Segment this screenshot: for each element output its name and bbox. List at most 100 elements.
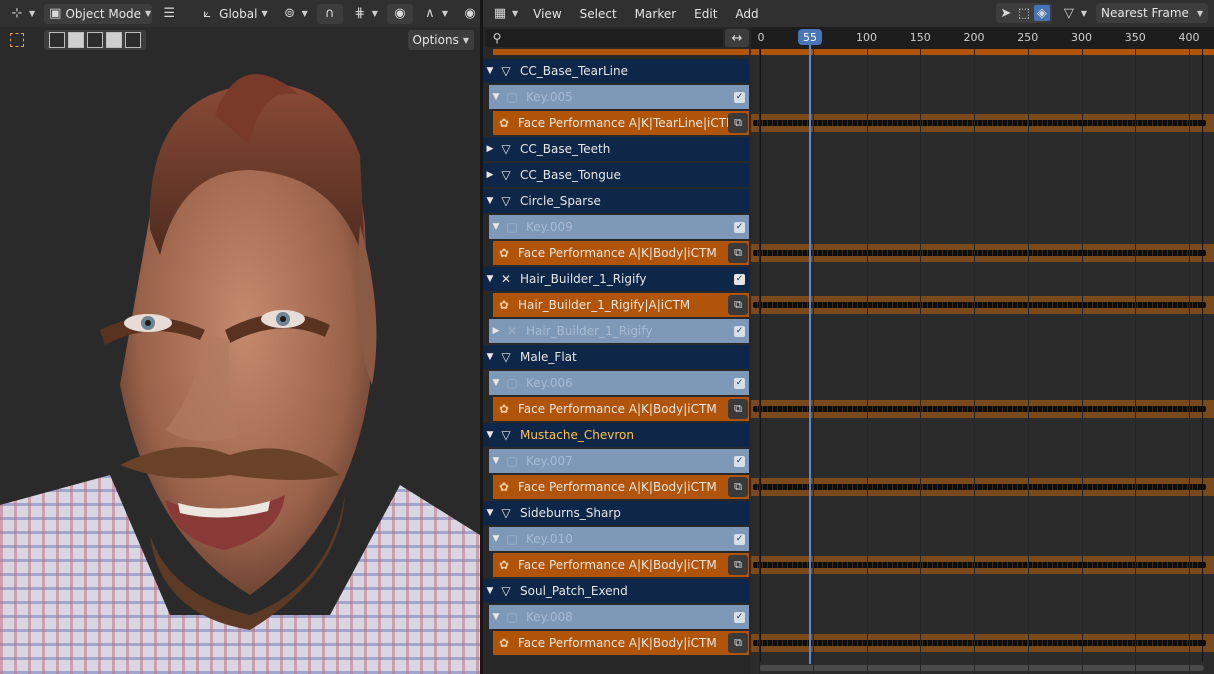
channel-row-obj[interactable]: ▶ ▽ CC_Base_Tongue [483, 163, 749, 187]
channel-row-key[interactable]: ▼ ▢ Key.009 ✓ [489, 215, 749, 239]
channel-row-act[interactable]: ✿ Face Performance A|K|Body|iCTM ⧉ [493, 475, 749, 499]
channel-row-key[interactable]: ▼ ▢ Key.010 ✓ [489, 527, 749, 551]
keyframe-summary-line[interactable] [753, 120, 1206, 126]
menu-select[interactable]: Select [572, 7, 625, 21]
channel-row-key[interactable]: ▼ ▢ Key.006 ✓ [489, 371, 749, 395]
push-down-action-button[interactable]: ⧉ [728, 399, 748, 419]
mute-checkbox[interactable]: ✓ [734, 533, 745, 545]
channel-row-act[interactable]: ✿ Face Performance A|K|TearLine|iCTM ⧉ [493, 111, 749, 135]
visibility-dropdown[interactable]: ◉▼ [457, 4, 480, 24]
expand-down-icon[interactable]: ▼ [483, 586, 497, 596]
action-keyframe-strip[interactable] [751, 114, 1214, 132]
expand-down-icon[interactable]: ▼ [483, 196, 497, 206]
action-keyframe-strip[interactable] [751, 400, 1214, 418]
channel-row-act[interactable]: ✿ Face Performance A|K|Body|iCTM ⧉ [493, 631, 749, 655]
channel-row-obj[interactable]: ▼ ▽ Mustache_Chevron [483, 423, 749, 447]
editor-type-button[interactable]: ▦ ▼ [487, 4, 523, 24]
action-keyframe-strip[interactable] [751, 244, 1214, 262]
only-selected-toggle[interactable]: ➤ ⬚ ◈ [995, 3, 1052, 23]
select-box-icon[interactable] [10, 33, 24, 47]
mute-checkbox[interactable]: ✓ [734, 611, 745, 623]
channel-row-obj[interactable]: ▼ ▽ Circle_Sparse [483, 189, 749, 213]
push-down-action-button[interactable]: ⧉ [728, 477, 748, 497]
action-keyframe-strip[interactable] [751, 478, 1214, 496]
mute-checkbox[interactable]: ✓ [734, 221, 745, 233]
channel-row-act[interactable]: ✿ Face Performance A|K|Body|iCTM ⧉ [493, 553, 749, 577]
channel-row-act[interactable]: ✿ Face Performance A|K|Body|iCTM ⧉ [493, 241, 749, 265]
channel-search-input[interactable]: ⚲ [485, 29, 723, 47]
menu-view[interactable]: View [525, 7, 569, 21]
expand-down-icon[interactable]: ▼ [489, 456, 503, 466]
pivot-dropdown[interactable]: ⊚ ▼ [277, 4, 313, 24]
channel-row-obj[interactable]: ▼ ▽ Soul_Patch_Exend [483, 579, 749, 603]
mute-checkbox[interactable]: ✓ [734, 455, 745, 467]
keyframe-summary-line[interactable] [753, 302, 1206, 308]
channel-row-obj[interactable]: ▼ ▽ CC_Base_TearLine [483, 59, 749, 83]
snap-toggle[interactable]: ∩ [316, 3, 343, 24]
push-down-action-button[interactable]: ⧉ [728, 113, 748, 133]
falloff-dropdown[interactable]: ∧ ▼ [417, 4, 453, 24]
channel-row-obj[interactable]: ▼ ▽ Male_Flat [483, 345, 749, 369]
menu-button[interactable]: ☰ [156, 4, 182, 24]
push-down-action-button[interactable]: ⧉ [728, 555, 748, 575]
channel-row-obj[interactable]: ▼ ▽ Sideburns_Sharp [483, 501, 749, 525]
snapping-dropdown[interactable]: Nearest Frame ▼ [1096, 3, 1208, 23]
select-new-icon[interactable] [49, 32, 65, 48]
snap-target-dropdown[interactable]: ⋕ ▼ [347, 4, 383, 24]
select-mode-group[interactable] [44, 30, 146, 50]
horizontal-scrollbar[interactable] [759, 665, 1204, 671]
push-down-action-button[interactable]: ⧉ [728, 243, 748, 263]
expand-down-icon[interactable]: ▼ [489, 378, 503, 388]
expand-right-icon[interactable]: ▶ [483, 170, 497, 180]
options-dropdown[interactable]: Options ▼ [407, 30, 474, 50]
expand-down-icon[interactable]: ▼ [483, 352, 497, 362]
keyframe-summary-line[interactable] [753, 484, 1206, 490]
3d-viewport[interactable]: ⊹ ▼ ▣ Object Mode ▼ ☰ ⟀ Global ▼ ⊚ ▼ ∩ ⋕ ▼ … [0, 0, 480, 674]
current-frame-badge[interactable]: 55 [798, 29, 822, 45]
select-intersect-icon[interactable] [125, 32, 141, 48]
select-subtract-icon[interactable] [87, 32, 103, 48]
expand-down-icon[interactable]: ▼ [489, 222, 503, 232]
channel-list[interactable]: ⚲ ↔ ▼ ▽ CC_Base_TearLine ▼ ▢ Key.005 ✓ ✿ Face Pe… [483, 27, 751, 674]
menu-add[interactable]: Add [727, 7, 766, 21]
keyframe-summary-line[interactable] [753, 406, 1206, 412]
keyframe-summary-line[interactable] [753, 562, 1206, 568]
expand-right-icon[interactable]: ▶ [483, 144, 497, 154]
menu-marker[interactable]: Marker [627, 7, 684, 21]
expand-down-icon[interactable]: ▼ [483, 508, 497, 518]
menu-edit[interactable]: Edit [686, 7, 725, 21]
mute-checkbox[interactable]: ✓ [734, 91, 745, 103]
expand-down-icon[interactable]: ▼ [483, 430, 497, 440]
playhead-line[interactable] [809, 45, 811, 664]
mute-checkbox[interactable]: ✓ [734, 325, 745, 337]
action-keyframe-strip[interactable] [751, 634, 1214, 652]
expand-down-icon[interactable]: ▼ [489, 534, 503, 544]
proportional-edit-toggle[interactable]: ◉ [386, 3, 413, 24]
channel-row-key[interactable]: ▼ ▢ Key.005 ✓ [489, 85, 749, 109]
channel-row-key[interactable]: ▼ ▢ Key.007 ✓ [489, 449, 749, 473]
editor-type-button[interactable]: ⊹ ▼ [4, 4, 40, 24]
push-down-action-button[interactable]: ⧉ [728, 295, 748, 315]
channel-row-act[interactable]: ✿ Face Performance A|K|Body|iCTM ⧉ [493, 397, 749, 421]
swap-filter-button[interactable]: ↔ [725, 29, 749, 47]
mute-checkbox[interactable]: ✓ [734, 273, 745, 285]
expand-down-icon[interactable]: ▼ [483, 274, 497, 284]
expand-right-icon[interactable]: ▶ [489, 326, 503, 336]
channel-row-key[interactable]: ▼ ▢ Key.008 ✓ [489, 605, 749, 629]
expand-down-icon[interactable]: ▼ [483, 66, 497, 76]
channel-row-key[interactable]: ▶ ✕ Hair_Builder_1_Rigify ✓ [489, 319, 749, 343]
push-down-action-button[interactable]: ⧉ [728, 633, 748, 653]
expand-down-icon[interactable]: ▼ [489, 92, 503, 102]
channel-row-obj[interactable]: ▶ ▽ CC_Base_Teeth [483, 137, 749, 161]
channel-row-obj[interactable]: ▼ ✕ Hair_Builder_1_Rigify ✓ [483, 267, 749, 291]
channel-row-act[interactable]: ✿ Hair_Builder_1_Rigify|A|iCTM ⧉ [493, 293, 749, 317]
action-keyframe-strip[interactable] [751, 296, 1214, 314]
expand-down-icon[interactable]: ▼ [489, 612, 503, 622]
select-invert-icon[interactable] [106, 32, 122, 48]
select-extend-icon[interactable] [68, 32, 84, 48]
channel-row-partial[interactable] [493, 49, 749, 55]
mode-dropdown[interactable]: ▣ Object Mode ▼ [44, 3, 153, 24]
keyframe-summary-line[interactable] [753, 250, 1206, 256]
mute-checkbox[interactable]: ✓ [734, 377, 745, 389]
keyframe-summary-line[interactable] [753, 640, 1206, 646]
